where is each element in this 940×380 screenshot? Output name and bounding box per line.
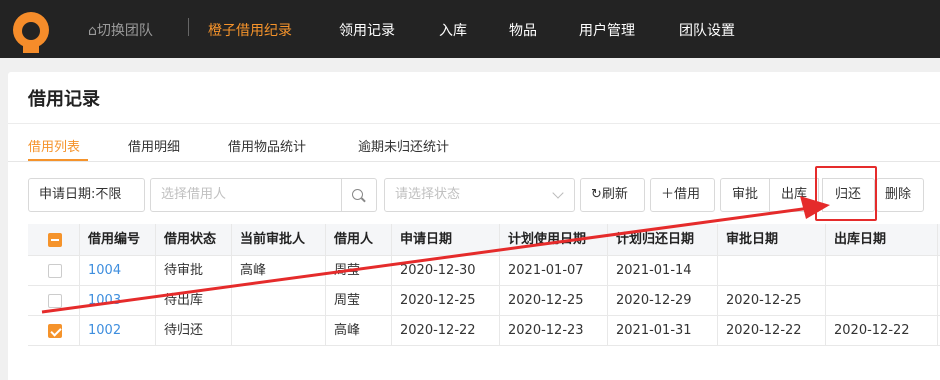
annotation-arrow [41, 196, 830, 314]
